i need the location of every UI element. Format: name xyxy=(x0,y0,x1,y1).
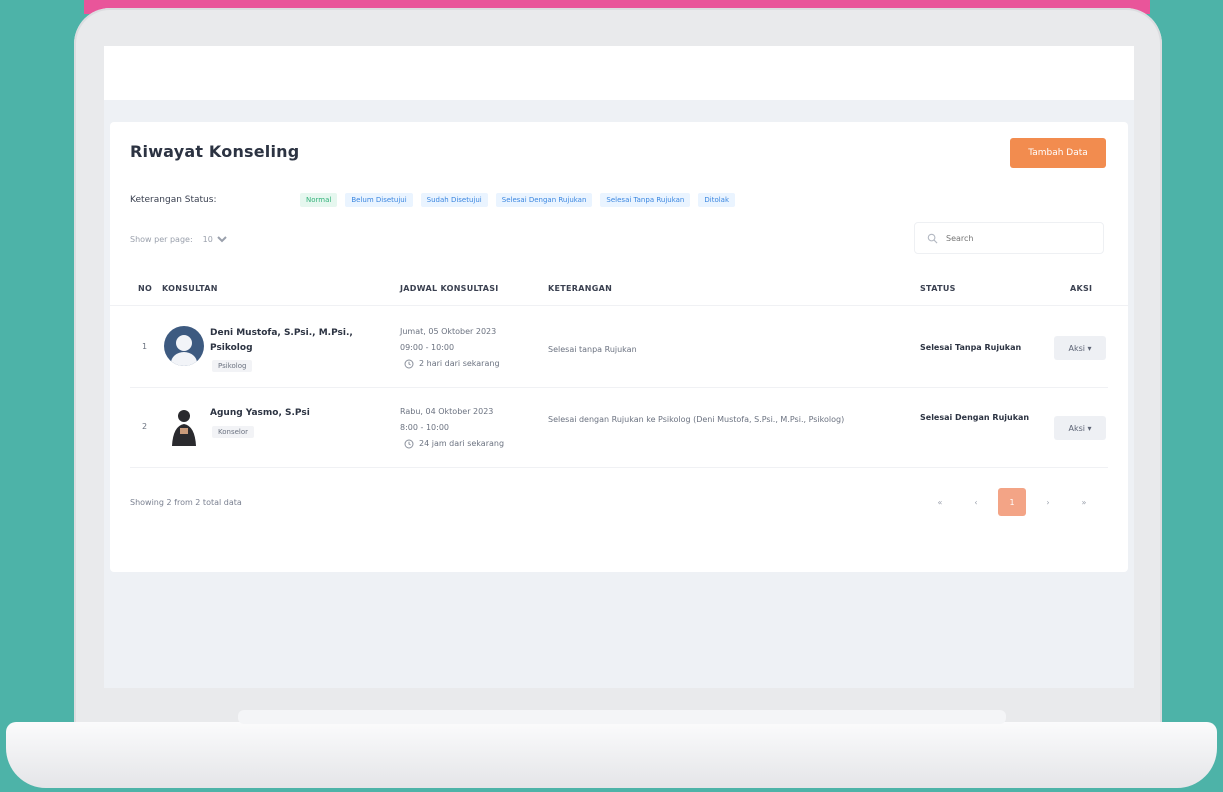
search-input[interactable] xyxy=(946,233,1086,243)
table-row: 2 Agung Yasmo, S.Psi Konselor Rabu, 04 O… xyxy=(130,388,1108,468)
col-keterangan: KETERANGAN xyxy=(548,284,613,293)
status-text: Selesai Tanpa Rujukan xyxy=(920,343,1022,352)
consultant-name: Deni Mustofa, S.Psi., M.Psi., Psikolog xyxy=(210,328,353,353)
app-topbar xyxy=(104,46,1134,100)
search-box xyxy=(914,222,1104,254)
status-chip-sudah-disetujui: Sudah Disetujui xyxy=(420,193,488,207)
clock-icon xyxy=(404,359,414,369)
page-1-button[interactable]: 1 xyxy=(998,488,1026,516)
status-chip-belum-disetujui: Belum Disetujui xyxy=(345,193,413,207)
schedule-date: Jumat, 05 Oktober 2023 xyxy=(400,327,497,336)
clock-icon xyxy=(404,439,414,449)
page-next-button[interactable]: › xyxy=(1034,488,1062,516)
page-last-button[interactable]: » xyxy=(1070,488,1098,516)
schedule-relative-text: 2 hari dari sekarang xyxy=(419,359,500,368)
page-prev-button[interactable]: ‹ xyxy=(962,488,990,516)
consultant-name: Agung Yasmo, S.Psi xyxy=(210,408,310,418)
keterangan-text: Selesai dengan Rujukan ke Psikolog (Deni… xyxy=(548,415,845,424)
per-page-label: Show per page: xyxy=(130,235,193,244)
status-legend: Keterangan Status: Normal Belum Disetuju… xyxy=(130,192,743,208)
avatar-image xyxy=(164,406,204,446)
action-dropdown-button[interactable]: Aksi ▾ xyxy=(1054,416,1106,440)
schedule-relative: 2 hari dari sekarang xyxy=(404,356,540,372)
table-row: 1 Deni Mustofa, S.Psi., M.Psi., Psikolog… xyxy=(130,308,1108,388)
col-status: STATUS xyxy=(920,284,956,293)
pagination: « ‹ 1 › » xyxy=(926,488,1098,516)
laptop-screen: Riwayat Konseling Tambah Data Keterangan… xyxy=(104,46,1134,688)
search-icon xyxy=(927,233,938,243)
col-konsultan[interactable]: KONSULTAN xyxy=(162,284,218,293)
action-label: Aksi xyxy=(1068,423,1085,433)
history-card: Riwayat Konseling Tambah Data Keterangan… xyxy=(110,122,1128,572)
schedule: Jumat, 05 Oktober 2023 09:00 - 10:00 2 h… xyxy=(400,324,540,372)
per-page-select[interactable]: 10 xyxy=(198,234,230,245)
status-chip-selesai-dengan-rujukan: Selesai Dengan Rujukan xyxy=(495,193,593,207)
action-dropdown-button[interactable]: Aksi ▾ xyxy=(1054,336,1106,360)
laptop-base xyxy=(6,710,1217,788)
laptop-hinge xyxy=(238,710,1006,724)
keterangan-text: Selesai tanpa Rujukan xyxy=(548,345,637,354)
schedule-time: 8:00 - 10:00 xyxy=(400,423,449,432)
status-legend-label: Keterangan Status: xyxy=(130,195,217,205)
add-data-button[interactable]: Tambah Data xyxy=(1010,138,1106,168)
page-title: Riwayat Konseling xyxy=(130,142,300,161)
status-chip-selesai-tanpa-rujukan: Selesai Tanpa Rujukan xyxy=(600,193,691,207)
avatar xyxy=(164,406,204,446)
row-number: 2 xyxy=(142,422,148,431)
status-chip-normal: Normal xyxy=(300,193,338,207)
role-badge: Konselor xyxy=(212,426,255,438)
action-label: Aksi xyxy=(1068,343,1085,353)
schedule-date: Rabu, 04 Oktober 2023 xyxy=(400,407,494,416)
row-number: 1 xyxy=(142,342,148,351)
col-no: NO xyxy=(138,284,153,293)
col-aksi: AKSI xyxy=(1070,284,1093,293)
showing-count: Showing 2 from 2 total data xyxy=(130,498,242,507)
avatar xyxy=(164,326,204,366)
per-page-control: Show per page: 10 xyxy=(130,234,230,245)
schedule: Rabu, 04 Oktober 2023 8:00 - 10:00 24 ja… xyxy=(400,404,540,452)
col-jadwal: JADWAL KONSULTASI xyxy=(400,284,499,293)
status-chip-ditolak: Ditolak xyxy=(698,193,736,207)
schedule-time: 09:00 - 10:00 xyxy=(400,343,455,352)
schedule-relative-text: 24 jam dari sekarang xyxy=(419,439,505,448)
page-first-button[interactable]: « xyxy=(926,488,954,516)
schedule-relative: 24 jam dari sekarang xyxy=(404,436,540,452)
table-header: NO KONSULTAN JADWAL KONSULTASI KETERANGA… xyxy=(110,272,1128,306)
avatar-image xyxy=(164,326,204,366)
status-text: Selesai Dengan Rujukan xyxy=(920,413,1030,422)
role-badge: Psikolog xyxy=(212,360,253,372)
